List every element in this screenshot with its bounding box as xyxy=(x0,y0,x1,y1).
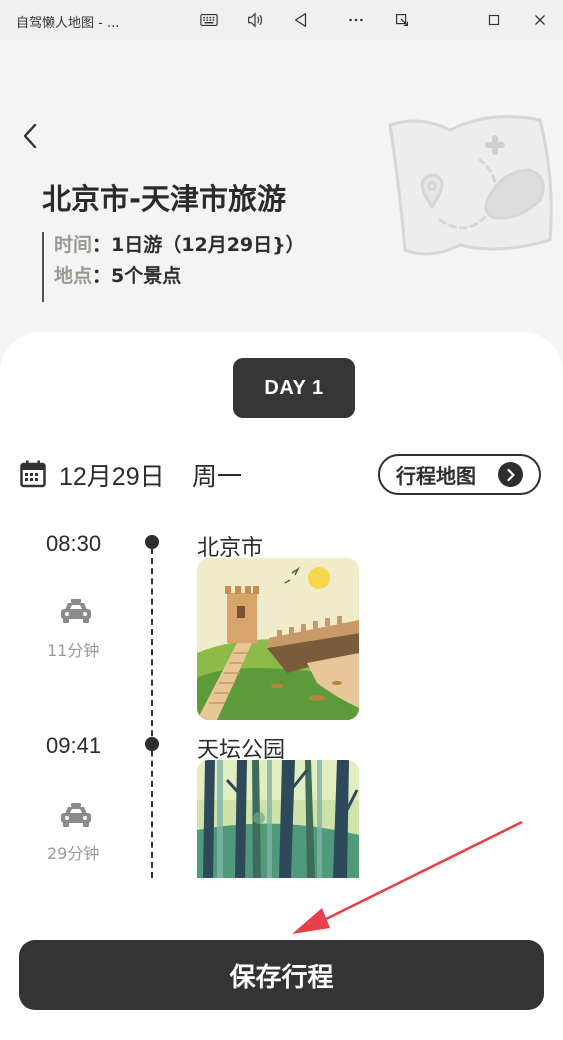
transport-duration: 29分钟 xyxy=(47,844,100,863)
chevron-right-icon xyxy=(498,462,523,487)
forest-image[interactable] xyxy=(197,760,359,878)
stop-time: 09:41 xyxy=(46,733,102,758)
route-map-label: 行程地图 xyxy=(396,464,476,488)
maximize-icon[interactable] xyxy=(483,9,505,31)
timeline-dot xyxy=(145,535,159,549)
save-itinerary-button[interactable]: 保存行程 xyxy=(19,940,544,1010)
back-triangle-icon[interactable] xyxy=(290,9,312,31)
place-colon: ： xyxy=(92,265,112,287)
itinerary-weekday: 周一 xyxy=(192,462,243,491)
day-tab[interactable]: DAY 1 xyxy=(233,358,355,418)
back-button[interactable] xyxy=(16,120,44,152)
time-label: 时间 xyxy=(54,234,93,256)
timeline-line xyxy=(151,548,153,878)
trip-title: 北京市-天津市旅游 xyxy=(42,182,287,216)
chevron-left-icon xyxy=(23,123,37,149)
itinerary-date: 12月29日 xyxy=(59,463,165,491)
treasure-map-icon xyxy=(388,115,553,256)
close-icon[interactable] xyxy=(529,9,551,31)
trip-meta: 时间：1日游（12月29日}） 地点：5个景点 xyxy=(42,232,305,302)
time-value: 1日游（12月29日}） xyxy=(111,234,305,256)
meta-time-row: 时间：1日游（12月29日}） xyxy=(54,228,305,263)
transport-duration: 11分钟 xyxy=(47,641,100,660)
place-label: 地点 xyxy=(54,265,93,287)
calendar-icon xyxy=(20,460,46,488)
route-map-button[interactable]: 行程地图 xyxy=(378,454,541,495)
window-title: 自驾懒人地图 - ... xyxy=(16,16,120,31)
volume-icon[interactable] xyxy=(244,9,266,31)
keyboard-icon[interactable] xyxy=(198,9,220,31)
more-icon[interactable] xyxy=(345,9,367,31)
meta-place-row: 地点：5个景点 xyxy=(54,259,305,294)
time-colon: ： xyxy=(92,234,112,256)
timeline-dot xyxy=(145,737,159,751)
place-value: 5个景点 xyxy=(111,265,182,287)
taxi-icon xyxy=(61,599,91,623)
great-wall-image[interactable] xyxy=(197,558,359,720)
restore-window-icon[interactable] xyxy=(391,9,413,31)
window-titlebar: 自驾懒人地图 - ... xyxy=(0,0,563,40)
stop-time: 08:30 xyxy=(46,531,102,556)
taxi-icon xyxy=(61,803,91,827)
